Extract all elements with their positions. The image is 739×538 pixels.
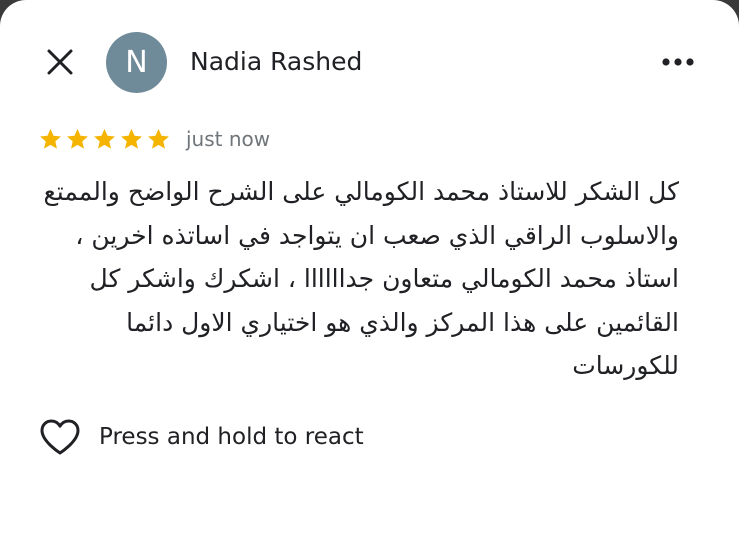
review-header: N Nadia Rashed bbox=[0, 30, 739, 94]
heart-icon bbox=[38, 415, 82, 459]
star-icon bbox=[67, 128, 88, 149]
review-timestamp: just now bbox=[186, 127, 271, 151]
review-text: كل الشكر للاستاذ محمد الكومالي على الشرح… bbox=[43, 177, 679, 380]
close-icon bbox=[47, 49, 73, 75]
star-icon bbox=[148, 128, 169, 149]
rating-row: just now bbox=[38, 124, 270, 154]
close-button[interactable] bbox=[40, 42, 80, 82]
avatar[interactable]: N bbox=[106, 32, 167, 93]
star-icon bbox=[94, 128, 115, 149]
star-icon bbox=[121, 128, 142, 149]
more-vertical-dots-icon bbox=[662, 58, 694, 66]
reviewer-name[interactable]: Nadia Rashed bbox=[190, 45, 362, 79]
react-button[interactable]: Press and hold to react bbox=[38, 414, 364, 460]
star-icon bbox=[40, 128, 61, 149]
review-card: N Nadia Rashed just now كل الشكر للاستاذ… bbox=[0, 0, 739, 538]
star-rating bbox=[38, 127, 171, 152]
react-label: Press and hold to react bbox=[99, 424, 364, 450]
more-options-button[interactable] bbox=[656, 44, 700, 80]
avatar-letter: N bbox=[125, 45, 148, 80]
